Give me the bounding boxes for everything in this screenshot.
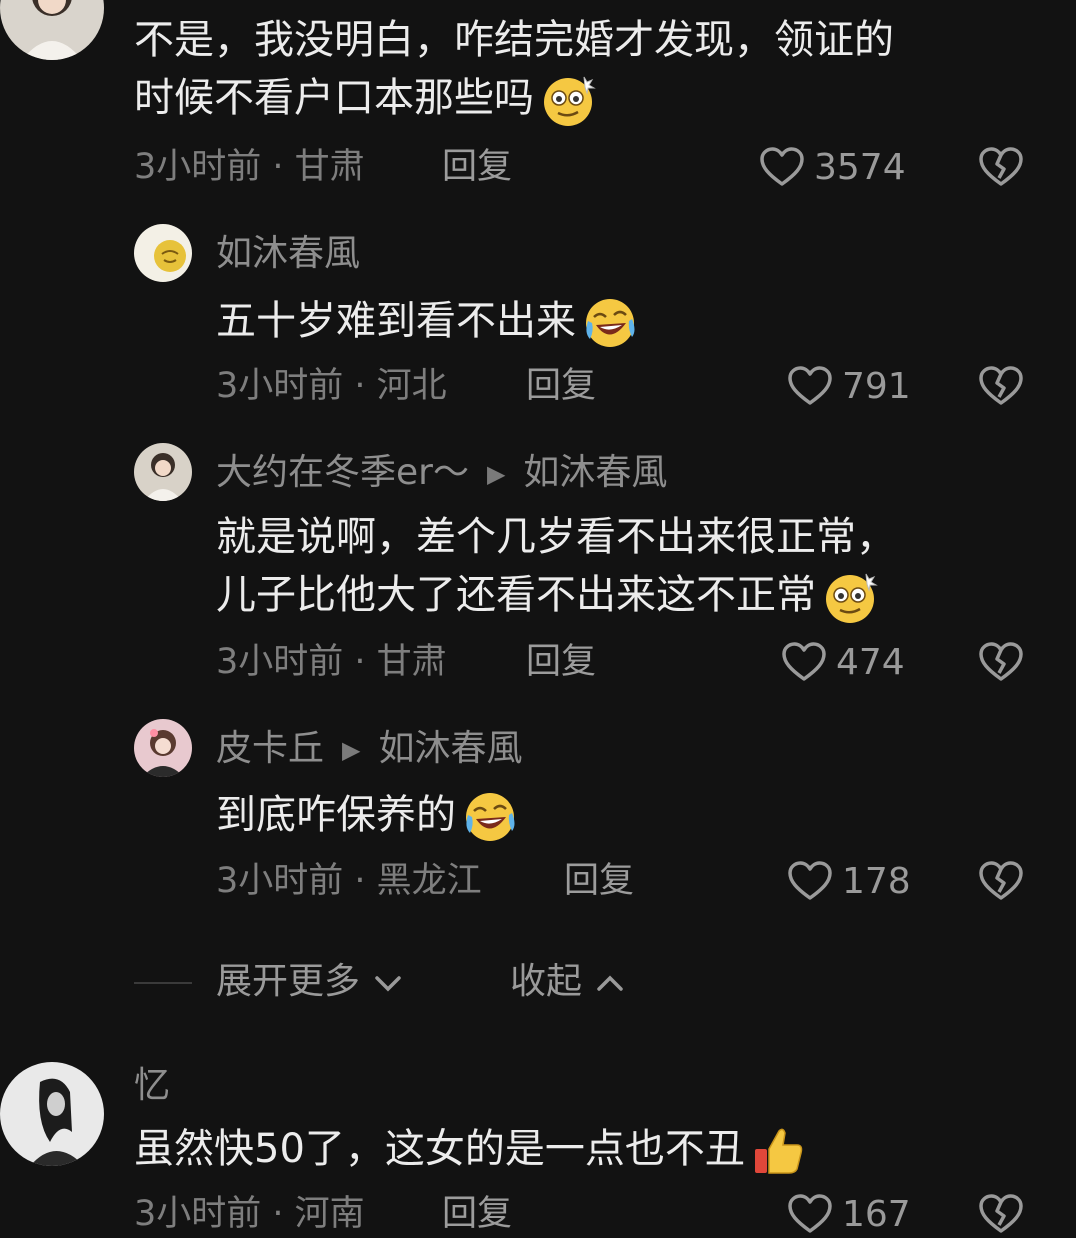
like-count: 791 bbox=[842, 365, 911, 407]
like-count: 178 bbox=[842, 860, 911, 902]
comment-meta: 3小时前 · 甘肃 bbox=[134, 147, 365, 187]
thread-divider bbox=[134, 982, 192, 984]
dizzy-face-emoji-icon bbox=[822, 569, 878, 625]
reply-avatar[interactable] bbox=[134, 719, 192, 777]
reply-button[interactable]: 回复 bbox=[442, 145, 512, 189]
reply-avatar[interactable] bbox=[134, 443, 192, 501]
rolling-laughing-emoji-icon bbox=[462, 789, 518, 845]
commenter-username[interactable]: 忆 bbox=[134, 1064, 170, 1108]
reply-button[interactable]: 回复 bbox=[526, 364, 596, 408]
reply-username[interactable]: 大约在冬季er～ bbox=[216, 452, 469, 493]
reply-text: 到底咋保养的 bbox=[216, 786, 518, 845]
broken-heart-icon[interactable] bbox=[977, 638, 1025, 686]
reply-button[interactable]: 回复 bbox=[564, 859, 634, 903]
heart-icon bbox=[786, 362, 834, 410]
broken-heart-icon[interactable] bbox=[977, 362, 1025, 410]
reply-username-row: 大约在冬季er～ ▶ 如沐春風 bbox=[216, 451, 667, 496]
reply-text-line: 儿子比他大了还看不出来这不正常 bbox=[216, 572, 816, 618]
reply-username[interactable]: 皮卡丘 bbox=[216, 728, 324, 769]
expand-more-button[interactable]: 展开更多 bbox=[216, 960, 405, 1004]
comment-text: 不是，我没明白，咋结完婚才发现，领证的 时候不看户口本那些吗 bbox=[134, 11, 894, 128]
reply-text-line: 五十岁难到看不出来 bbox=[216, 298, 576, 344]
location: 黑龙江 bbox=[376, 861, 482, 901]
chevron-down-icon bbox=[375, 976, 402, 992]
heart-icon bbox=[786, 857, 834, 905]
like-count: 474 bbox=[836, 641, 905, 683]
heart-icon bbox=[758, 143, 806, 191]
reply-arrow-icon: ▶ bbox=[342, 736, 361, 764]
reply-meta: 3小时前 · 黑龙江 bbox=[216, 861, 482, 901]
broken-heart-icon[interactable] bbox=[977, 857, 1025, 905]
reply-to-username[interactable]: 如沐春風 bbox=[523, 452, 667, 493]
heart-icon bbox=[786, 1190, 834, 1238]
reply-username[interactable]: 如沐春風 bbox=[216, 232, 360, 276]
reply-meta: 3小时前 · 甘肃 bbox=[216, 642, 447, 682]
timestamp: 3小时前 bbox=[134, 1194, 262, 1234]
chevron-up-icon bbox=[597, 975, 624, 991]
timestamp: 3小时前 bbox=[216, 861, 344, 901]
collapse-button[interactable]: 收起 bbox=[510, 960, 627, 1004]
comment-text-line: 不是，我没明白，咋结完婚才发现，领证的 bbox=[134, 17, 894, 63]
dizzy-face-emoji-icon bbox=[540, 72, 596, 128]
reply-username-row: 皮卡丘 ▶ 如沐春風 bbox=[216, 727, 523, 772]
timestamp: 3小时前 bbox=[216, 642, 344, 682]
broken-heart-icon[interactable] bbox=[977, 143, 1025, 191]
commenter-avatar[interactable] bbox=[0, 1062, 104, 1166]
commenter-avatar[interactable] bbox=[0, 0, 104, 60]
like-button[interactable]: 178 bbox=[786, 857, 911, 905]
collapse-label: 收起 bbox=[510, 961, 583, 1002]
location: 甘肃 bbox=[376, 642, 447, 682]
expand-label: 展开更多 bbox=[216, 961, 361, 1002]
reply-text: 就是说啊，差个几岁看不出来很正常， 儿子比他大了还看不出来这不正常 bbox=[216, 508, 896, 625]
reply-avatar[interactable] bbox=[134, 224, 192, 282]
reply-text: 五十岁难到看不出来 bbox=[216, 292, 638, 351]
comment-text-line: 虽然快50了，这女的是一点也不丑 bbox=[134, 1126, 745, 1172]
reply-button[interactable]: 回复 bbox=[526, 640, 596, 684]
like-button[interactable]: 474 bbox=[780, 638, 905, 686]
like-button[interactable]: 167 bbox=[786, 1190, 911, 1238]
reply-to-username[interactable]: 如沐春風 bbox=[378, 728, 522, 769]
reply-arrow-icon: ▶ bbox=[486, 460, 506, 488]
comment-text-line: 时候不看户口本那些吗 bbox=[134, 75, 534, 121]
location: 甘肃 bbox=[294, 147, 365, 187]
comment-text: 虽然快50了，这女的是一点也不丑 bbox=[134, 1120, 807, 1179]
location: 河北 bbox=[376, 366, 447, 406]
timestamp: 3小时前 bbox=[216, 366, 344, 406]
location: 河南 bbox=[294, 1194, 365, 1234]
reply-button[interactable]: 回复 bbox=[442, 1192, 512, 1236]
timestamp: 3小时前 bbox=[134, 147, 262, 187]
comment-meta: 3小时前 · 河南 bbox=[134, 1194, 365, 1234]
like-button[interactable]: 791 bbox=[786, 362, 911, 410]
like-count: 167 bbox=[842, 1193, 911, 1235]
rolling-laughing-emoji-icon bbox=[582, 295, 638, 351]
like-count: 3574 bbox=[814, 146, 906, 188]
broken-heart-icon[interactable] bbox=[977, 1190, 1025, 1238]
reply-text-line: 就是说啊，差个几岁看不出来很正常， bbox=[216, 514, 896, 560]
thumbs-up-emoji-icon bbox=[751, 1123, 807, 1179]
reply-text-line: 到底咋保养的 bbox=[216, 792, 456, 838]
reply-meta: 3小时前 · 河北 bbox=[216, 366, 447, 406]
heart-icon bbox=[780, 638, 828, 686]
like-button[interactable]: 3574 bbox=[758, 143, 906, 191]
